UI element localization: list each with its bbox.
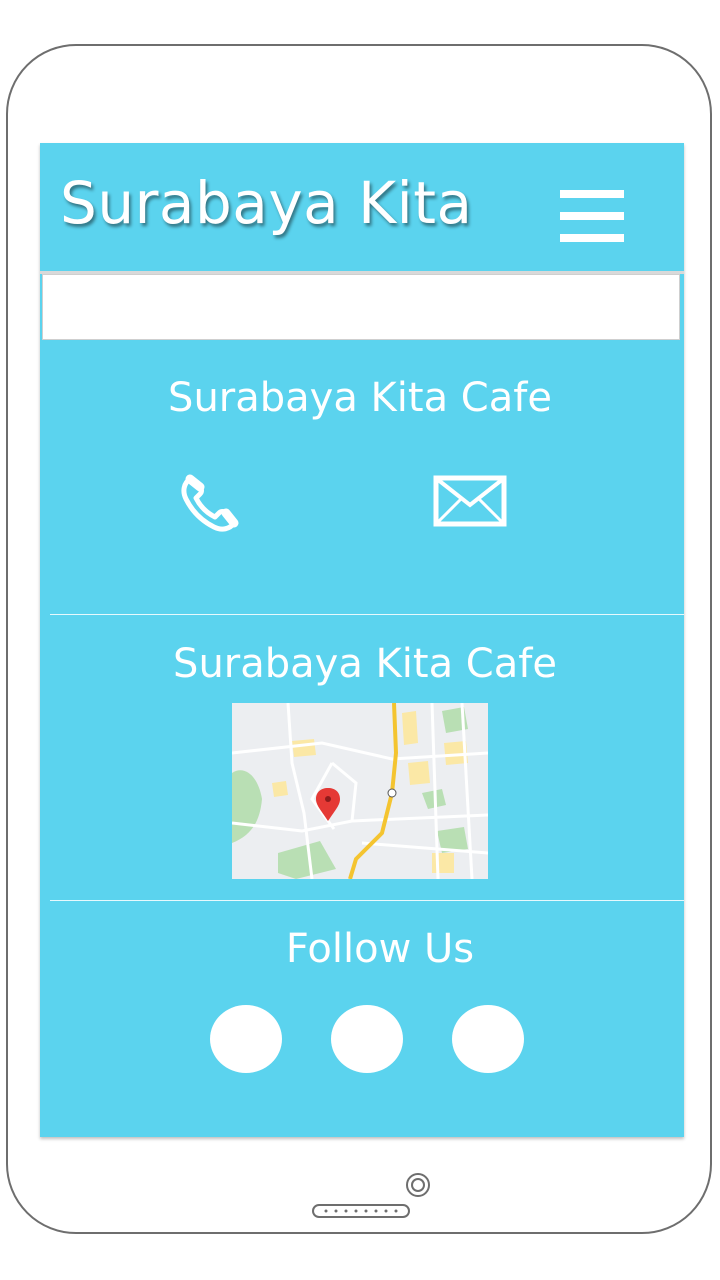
menu-bar <box>560 212 624 220</box>
follow-section-title: Follow Us <box>285 926 475 972</box>
app-screen: Surabaya Kita Surabaya Kita Cafe Surabay… <box>40 143 684 1137</box>
search-input[interactable] <box>42 274 680 340</box>
hamburger-menu-button[interactable] <box>560 190 624 242</box>
section-divider <box>50 900 684 901</box>
social-button[interactable] <box>331 1005 403 1073</box>
location-section-title: Surabaya Kita Cafe <box>173 641 557 687</box>
contact-section-title: Surabaya Kita Cafe <box>168 375 552 421</box>
section-divider <box>50 614 684 615</box>
menu-bar <box>560 190 624 198</box>
social-button[interactable] <box>210 1005 282 1073</box>
mail-icon[interactable] <box>433 475 507 527</box>
speaker-grille <box>312 1204 410 1218</box>
social-button[interactable] <box>452 1005 524 1073</box>
home-button[interactable] <box>405 1172 431 1198</box>
location-map[interactable] <box>232 703 488 879</box>
app-title: Surabaya Kita <box>60 169 473 237</box>
menu-bar <box>560 234 624 242</box>
phone-icon[interactable] <box>180 473 240 533</box>
app-header: Surabaya Kita <box>40 143 684 274</box>
